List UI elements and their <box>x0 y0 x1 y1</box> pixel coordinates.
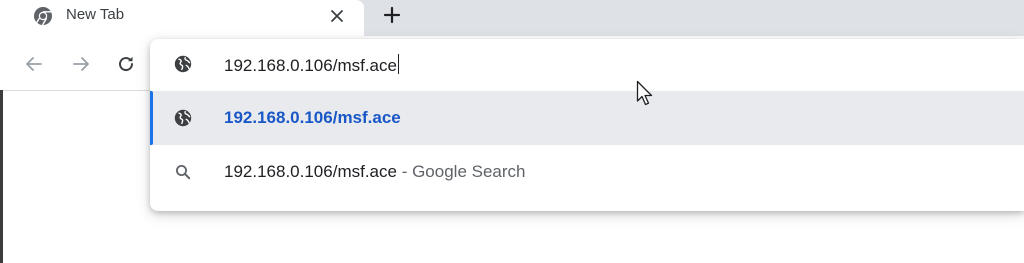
suggestion-url-text: 192.168.0.106/msf.ace <box>224 108 401 127</box>
suggestion-separator: - <box>396 162 413 181</box>
browser-window: New Tab 192.168.0.106/msf.ace 192.168.0.… <box>0 0 1024 263</box>
search-engine-hint: Google Search <box>412 162 526 181</box>
text-caret <box>397 54 399 74</box>
window-edge <box>0 90 3 263</box>
plus-icon <box>383 6 401 24</box>
new-tab-button[interactable] <box>380 3 404 27</box>
omnibox-input-value: 192.168.0.106/msf.ace <box>224 56 397 75</box>
search-query: 192.168.0.106/msf.ace <box>224 162 397 181</box>
back-button[interactable] <box>23 53 45 75</box>
reload-icon <box>119 56 134 72</box>
chrome-icon <box>34 7 52 26</box>
tab-close-button[interactable] <box>328 7 346 25</box>
selection-indicator <box>150 91 153 145</box>
forward-arrow-icon <box>73 57 89 71</box>
tab-strip: New Tab <box>0 0 1024 36</box>
omnibox-popup: 192.168.0.106/msf.ace 192.168.0.106/msf.… <box>150 39 1024 211</box>
search-icon <box>176 165 191 180</box>
suggestion-search[interactable]: 192.168.0.106/msf.ace - Google Search <box>150 145 1024 199</box>
omnibox-input[interactable]: 192.168.0.106/msf.ace <box>224 54 399 76</box>
tab-new-tab[interactable]: New Tab <box>0 0 364 36</box>
globe-icon <box>174 109 192 127</box>
back-arrow-icon <box>26 57 42 71</box>
close-icon <box>331 10 343 22</box>
forward-button[interactable] <box>70 53 92 75</box>
omnibox-input-row[interactable]: 192.168.0.106/msf.ace <box>150 39 1024 91</box>
reload-button[interactable] <box>115 53 137 75</box>
mouse-cursor-icon <box>636 80 653 106</box>
suggestion-url[interactable]: 192.168.0.106/msf.ace <box>150 91 1024 145</box>
globe-icon <box>174 55 192 73</box>
suggestion-search-text: 192.168.0.106/msf.ace - Google Search <box>224 162 525 182</box>
tab-title: New Tab <box>66 6 125 23</box>
